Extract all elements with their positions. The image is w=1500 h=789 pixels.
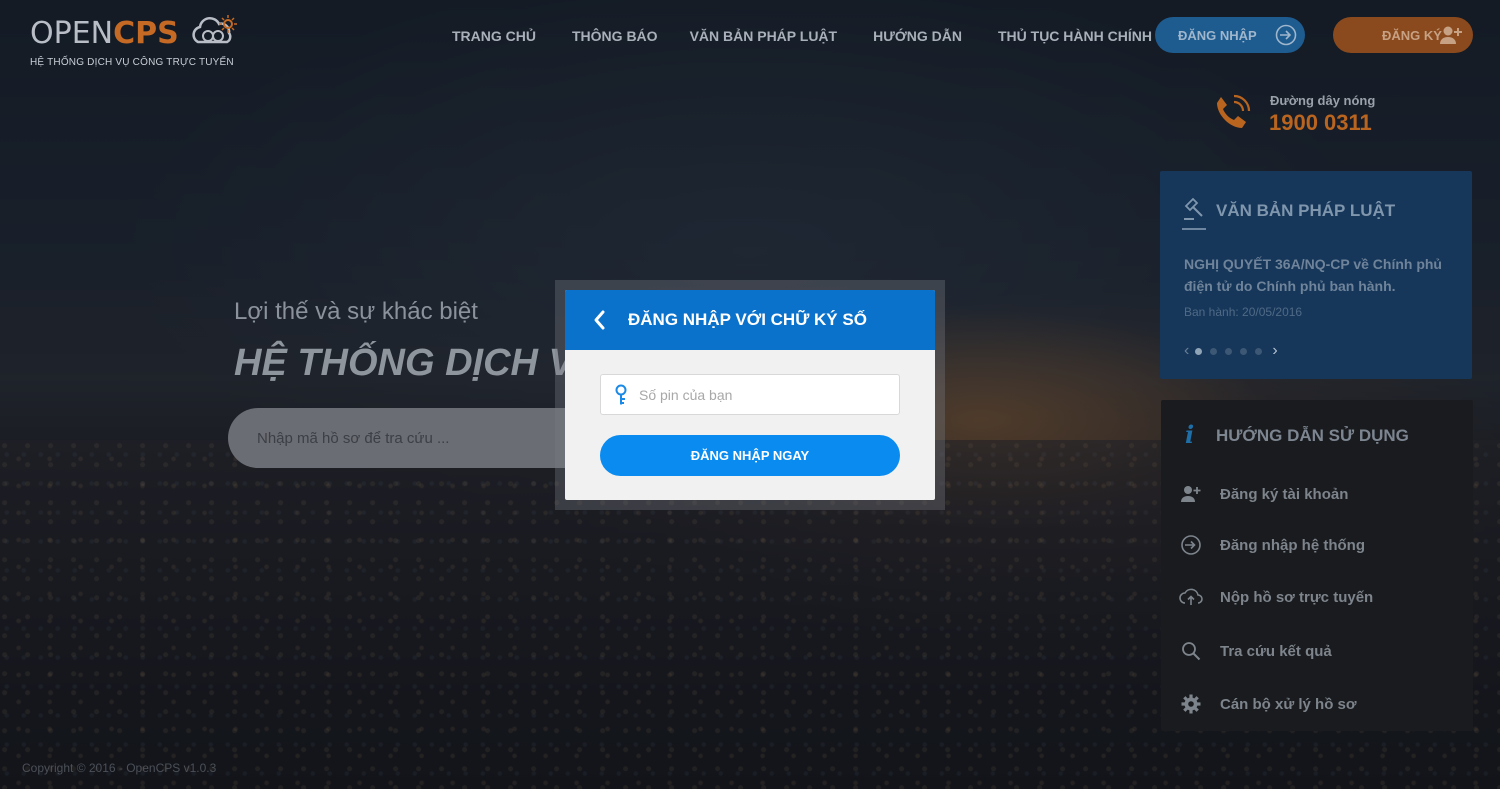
login-button[interactable]: ĐĂNG NHẬP <box>1155 17 1305 53</box>
search-icon <box>1179 639 1203 663</box>
user-guide-panel: i HƯỚNG DẪN SỬ DỤNG Đăng ký tài khoản Đă… <box>1161 400 1473 731</box>
nav-huong-dan[interactable]: HƯỚNG DẪN <box>873 28 962 44</box>
chevron-right-icon[interactable]: › <box>1272 342 1277 360</box>
guide-item-label: Nộp hồ sơ trực tuyến <box>1220 588 1374 606</box>
nav-thong-bao[interactable]: THÔNG BÁO <box>572 28 658 44</box>
register-button-label: ĐĂNG KÝ <box>1382 27 1442 43</box>
add-user-icon <box>1440 26 1462 44</box>
slide-dot[interactable] <box>1195 347 1203 355</box>
dialog-header: ĐĂNG NHẬP VỚI CHỮ KÝ SỐ <box>565 290 935 350</box>
guide-item-register[interactable]: Đăng ký tài khoản <box>1179 482 1348 506</box>
cloud-logo-icon <box>192 15 237 44</box>
login-button-label: ĐĂNG NHẬP <box>1178 27 1257 43</box>
legal-docs-panel: VĂN BẢN PHÁP LUẬT NGHỊ QUYẾT 36A/NQ-CP v… <box>1160 171 1472 379</box>
login-icon <box>1275 24 1297 46</box>
guide-item-login[interactable]: Đăng nhập hệ thống <box>1179 533 1365 557</box>
gavel-icon <box>1184 197 1203 220</box>
nav-thu-tuc-hanh-chinh[interactable]: THỦ TỤC HÀNH CHÍNH <box>998 28 1152 44</box>
logo[interactable]: OPENCPS HỆ THỐNG DỊCH VỤ CÔNG TRỰC TUYẾN <box>30 15 237 68</box>
main-nav: TRANG CHỦ THÔNG BÁO VĂN BẢN PHÁP LUẬT HƯ… <box>452 28 1188 44</box>
chevron-left-icon[interactable] <box>592 309 606 331</box>
guide-item-label: Cán bộ xử lý hồ sơ <box>1220 695 1357 713</box>
hero-subtitle: Lợi thế và sự khác biệt <box>234 298 478 325</box>
title-underline <box>1182 228 1206 230</box>
key-icon <box>615 384 627 405</box>
hotline-label: Đường dây nóng <box>1270 93 1376 108</box>
pin-input[interactable] <box>639 375 889 414</box>
guide-item-label: Tra cứu kết quả <box>1220 642 1332 660</box>
register-button[interactable]: ĐĂNG KÝ <box>1333 17 1473 53</box>
legal-doc-date: Ban hành: 20/05/2016 <box>1184 305 1303 319</box>
hero-title: HỆ THỐNG DỊCH VỤ <box>234 342 602 384</box>
slide-pager: ‹ › <box>1184 342 1284 360</box>
slide-dot[interactable] <box>1210 347 1218 355</box>
info-icon: i <box>1185 420 1195 449</box>
user-guide-title: HƯỚNG DẪN SỬ DỤNG <box>1216 426 1409 445</box>
login-icon <box>1179 533 1203 557</box>
digital-signature-login-dialog: ĐĂNG NHẬP VỚI CHỮ KÝ SỐ ĐĂNG NHẬP NGAY <box>565 290 935 500</box>
slide-dot[interactable] <box>1225 347 1233 355</box>
nav-trang-chu[interactable]: TRANG CHỦ <box>452 28 536 44</box>
cloud-upload-icon <box>1179 585 1203 609</box>
guide-item-label: Đăng ký tài khoản <box>1220 485 1349 503</box>
pin-field[interactable] <box>600 374 900 415</box>
guide-item-staff[interactable]: Cán bộ xử lý hồ sơ <box>1179 692 1357 716</box>
search-input[interactable]: Nhập mã hồ sơ để tra cứu ... <box>228 408 588 468</box>
nav-van-ban-phap-luat[interactable]: VĂN BẢN PHÁP LUẬT <box>690 28 838 44</box>
guide-item-submit[interactable]: Nộp hồ sơ trực tuyến <box>1179 585 1373 609</box>
chevron-left-icon[interactable]: ‹ <box>1184 342 1189 360</box>
copyright: Copyright © 2016 - OpenCPS v1.0.3 <box>22 761 217 775</box>
legal-docs-title: VĂN BẢN PHÁP LUẬT <box>1216 201 1396 220</box>
login-now-button[interactable]: ĐĂNG NHẬP NGAY <box>600 435 900 476</box>
dialog-title: ĐĂNG NHẬP VỚI CHỮ KÝ SỐ <box>628 310 867 329</box>
hotline-number[interactable]: 1900 0311 <box>1269 110 1372 136</box>
gear-icon <box>1179 692 1203 716</box>
hotline: Đường dây nóng 1900 0311 <box>1212 93 1375 138</box>
guide-item-label: Đăng nhập hệ thống <box>1220 536 1365 554</box>
add-user-icon <box>1179 482 1203 506</box>
phone-icon <box>1217 94 1251 128</box>
legal-doc-link[interactable]: NGHỊ QUYẾT 36A/NQ-CP về Chính phủ điện t… <box>1184 253 1454 297</box>
logo-subtitle: HỆ THỐNG DỊCH VỤ CÔNG TRỰC TUYẾN <box>30 57 234 68</box>
guide-item-lookup[interactable]: Tra cứu kết quả <box>1179 639 1332 663</box>
slide-dot[interactable] <box>1255 347 1263 355</box>
slide-dot[interactable] <box>1240 347 1248 355</box>
